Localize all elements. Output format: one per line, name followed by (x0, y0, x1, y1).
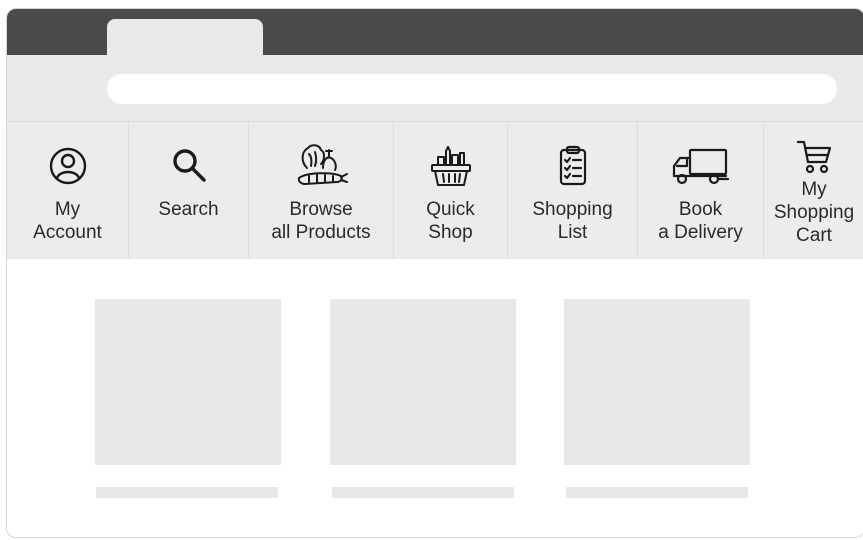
search-icon (168, 144, 210, 188)
nav-label: Quick Shop (426, 199, 475, 243)
address-bar[interactable] (107, 74, 837, 104)
nav-item-browse-all-products[interactable]: Browse all Products (249, 122, 394, 260)
product-card-placeholder[interactable] (95, 299, 281, 465)
nav-label: My Shopping Cart (773, 179, 855, 246)
user-circle-icon (48, 144, 88, 188)
product-card-placeholder[interactable] (330, 299, 516, 465)
basket-icon (428, 144, 474, 188)
nav-item-my-shopping-cart[interactable]: My Shopping Cart (764, 122, 863, 260)
nav-label: Book a Delivery (658, 199, 743, 243)
product-grid (7, 259, 863, 537)
product-title-placeholder (332, 487, 514, 498)
clipboard-list-icon (553, 144, 593, 188)
product-card-placeholder[interactable] (564, 299, 750, 465)
shopping-cart-icon (794, 138, 834, 176)
product-title-placeholder (96, 487, 278, 498)
nav-label: Shopping List (532, 199, 613, 243)
vegetables-icon (293, 144, 349, 188)
tab-bar (7, 9, 863, 55)
product-title-placeholder (566, 487, 748, 498)
nav-label: Search (158, 199, 219, 220)
nav-item-shopping-list[interactable]: Shopping List (508, 122, 638, 260)
nav-item-quick-shop[interactable]: Quick Shop (394, 122, 508, 260)
nav-item-my-account[interactable]: My Account (7, 122, 129, 260)
nav-item-book-a-delivery[interactable]: Book a Delivery (638, 122, 764, 260)
address-row (7, 55, 863, 121)
nav-label: Browse all Products (271, 199, 371, 243)
nav-label: My Account (33, 199, 102, 243)
browser-tab[interactable] (107, 19, 263, 55)
browser-window: My Account Search Browse all Products Qu… (6, 8, 863, 538)
delivery-truck-icon (670, 144, 732, 188)
navigation-bar: My Account Search Browse all Products Qu… (7, 121, 863, 260)
nav-item-search[interactable]: Search (129, 122, 249, 260)
